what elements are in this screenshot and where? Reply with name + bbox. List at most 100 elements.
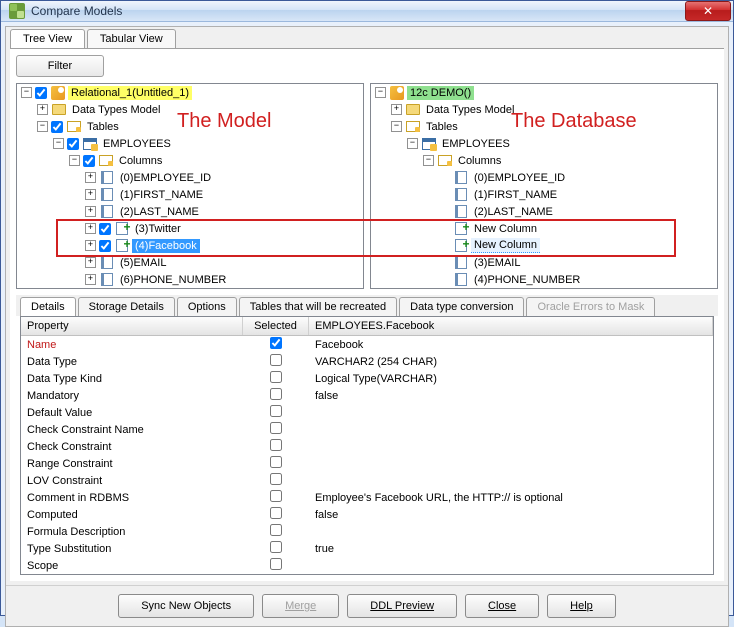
checkbox[interactable] bbox=[99, 240, 111, 252]
new-column-label[interactable]: New Column bbox=[471, 222, 540, 236]
grid-row[interactable]: LOV Constraint bbox=[21, 472, 713, 489]
column-label[interactable]: (0)EMPLOYEE_ID bbox=[117, 171, 214, 185]
expand-icon[interactable]: − bbox=[375, 87, 386, 98]
selected-cell[interactable] bbox=[243, 421, 309, 438]
new-column-selected-label[interactable]: New Column bbox=[471, 238, 540, 253]
expand-icon[interactable]: − bbox=[407, 138, 418, 149]
column-label[interactable]: (6)PHONE_NUMBER bbox=[117, 273, 229, 287]
column-twitter-label[interactable]: (3)Twitter bbox=[132, 222, 184, 236]
tables-label[interactable]: Tables bbox=[423, 120, 461, 134]
grid-row[interactable]: Mandatoryfalse bbox=[21, 387, 713, 404]
column-facebook-label[interactable]: (4)Facebook bbox=[132, 239, 200, 253]
expand-icon[interactable]: − bbox=[21, 87, 32, 98]
header-property[interactable]: Property bbox=[21, 317, 243, 335]
row-checkbox[interactable] bbox=[270, 388, 282, 400]
grid-row[interactable]: Type Substitutiontrue bbox=[21, 540, 713, 557]
table-label[interactable]: EMPLOYEES bbox=[439, 137, 513, 151]
selected-cell[interactable] bbox=[243, 472, 309, 489]
tab-tree-view[interactable]: Tree View bbox=[10, 29, 85, 48]
grid-row[interactable]: Formula Description bbox=[21, 523, 713, 540]
checkbox[interactable] bbox=[67, 138, 79, 150]
selected-cell[interactable] bbox=[243, 557, 309, 574]
selected-cell[interactable] bbox=[243, 353, 309, 370]
grid-row[interactable]: Data TypeVARCHAR2 (254 CHAR) bbox=[21, 353, 713, 370]
model-tree-pane[interactable]: − Relational_1(Untitled_1) + D bbox=[16, 83, 364, 289]
row-checkbox[interactable] bbox=[270, 456, 282, 468]
window-close-button[interactable]: ✕ bbox=[685, 1, 731, 21]
expand-icon[interactable]: + bbox=[85, 223, 96, 234]
close-button[interactable]: Close bbox=[465, 594, 539, 618]
sync-new-objects-button[interactable]: Sync New Objects bbox=[118, 594, 254, 618]
grid-row[interactable]: Data Type KindLogical Type(VARCHAR) bbox=[21, 370, 713, 387]
expand-icon[interactable]: − bbox=[423, 155, 434, 166]
expand-icon[interactable]: + bbox=[85, 206, 96, 217]
row-checkbox[interactable] bbox=[270, 524, 282, 536]
header-value[interactable]: EMPLOYEES.Facebook bbox=[309, 317, 713, 335]
selected-cell[interactable] bbox=[243, 438, 309, 455]
expand-icon[interactable]: + bbox=[85, 257, 96, 268]
row-checkbox[interactable] bbox=[270, 422, 282, 434]
model-root-label[interactable]: Relational_1(Untitled_1) bbox=[68, 86, 192, 100]
column-label[interactable]: (1)FIRST_NAME bbox=[117, 188, 206, 202]
grid-row[interactable]: Comment in RDBMSEmployee's Facebook URL,… bbox=[21, 489, 713, 506]
row-checkbox[interactable] bbox=[270, 337, 282, 349]
expand-icon[interactable]: − bbox=[69, 155, 80, 166]
expand-icon[interactable]: + bbox=[85, 189, 96, 200]
properties-grid[interactable]: Property Selected EMPLOYEES.Facebook Nam… bbox=[20, 316, 714, 575]
grid-row[interactable]: Range Constraint bbox=[21, 455, 713, 472]
selected-cell[interactable] bbox=[243, 523, 309, 540]
selected-cell[interactable] bbox=[243, 540, 309, 557]
column-label[interactable]: (2)LAST_NAME bbox=[117, 205, 202, 219]
grid-row[interactable]: Computedfalse bbox=[21, 506, 713, 523]
grid-row[interactable]: Check Constraint Name bbox=[21, 421, 713, 438]
expand-icon[interactable]: − bbox=[391, 121, 402, 132]
selected-cell[interactable] bbox=[243, 489, 309, 506]
row-checkbox[interactable] bbox=[270, 354, 282, 366]
tab-tables-recreated[interactable]: Tables that will be recreated bbox=[239, 297, 397, 316]
row-checkbox[interactable] bbox=[270, 405, 282, 417]
grid-row[interactable]: Scope bbox=[21, 557, 713, 574]
ddl-preview-button[interactable]: DDL Preview bbox=[347, 594, 457, 618]
selected-cell[interactable] bbox=[243, 404, 309, 421]
row-checkbox[interactable] bbox=[270, 490, 282, 502]
tables-label[interactable]: Tables bbox=[84, 120, 122, 134]
database-tree-pane[interactable]: − 12c DEMO() + Data Types Model bbox=[370, 83, 718, 289]
column-label[interactable]: (1)FIRST_NAME bbox=[471, 188, 560, 202]
checkbox[interactable] bbox=[51, 121, 63, 133]
checkbox[interactable] bbox=[99, 223, 111, 235]
column-label[interactable]: (2)LAST_NAME bbox=[471, 205, 556, 219]
row-checkbox[interactable] bbox=[270, 507, 282, 519]
selected-cell[interactable] bbox=[243, 387, 309, 404]
expand-icon[interactable]: + bbox=[85, 240, 96, 251]
datatypes-label[interactable]: Data Types Model bbox=[423, 103, 517, 117]
table-label[interactable]: EMPLOYEES bbox=[100, 137, 174, 151]
expand-icon[interactable]: + bbox=[85, 274, 96, 285]
columns-label[interactable]: Columns bbox=[116, 154, 165, 168]
expand-icon[interactable]: + bbox=[37, 104, 48, 115]
expand-icon[interactable]: − bbox=[37, 121, 48, 132]
expand-icon[interactable]: + bbox=[391, 104, 402, 115]
column-label[interactable]: (0)EMPLOYEE_ID bbox=[471, 171, 568, 185]
filter-button[interactable]: Filter bbox=[16, 55, 104, 77]
tab-tabular-view[interactable]: Tabular View bbox=[87, 29, 176, 48]
checkbox[interactable] bbox=[83, 155, 95, 167]
selected-cell[interactable] bbox=[243, 370, 309, 387]
row-checkbox[interactable] bbox=[270, 558, 282, 570]
tab-data-type-conversion[interactable]: Data type conversion bbox=[399, 297, 524, 316]
tab-options[interactable]: Options bbox=[177, 297, 237, 316]
selected-cell[interactable] bbox=[243, 336, 309, 353]
row-checkbox[interactable] bbox=[270, 439, 282, 451]
columns-label[interactable]: Columns bbox=[455, 154, 504, 168]
grid-row[interactable]: Default Value bbox=[21, 404, 713, 421]
selected-cell[interactable] bbox=[243, 506, 309, 523]
column-label[interactable]: (4)PHONE_NUMBER bbox=[471, 273, 583, 287]
tab-details[interactable]: Details bbox=[20, 297, 76, 316]
datatypes-label[interactable]: Data Types Model bbox=[69, 103, 163, 117]
help-button[interactable]: Help bbox=[547, 594, 616, 618]
row-checkbox[interactable] bbox=[270, 541, 282, 553]
selected-cell[interactable] bbox=[243, 455, 309, 472]
grid-row[interactable]: Check Constraint bbox=[21, 438, 713, 455]
header-selected[interactable]: Selected bbox=[243, 317, 309, 335]
checkbox[interactable] bbox=[35, 87, 47, 99]
column-label[interactable]: (5)EMAIL bbox=[117, 256, 169, 270]
